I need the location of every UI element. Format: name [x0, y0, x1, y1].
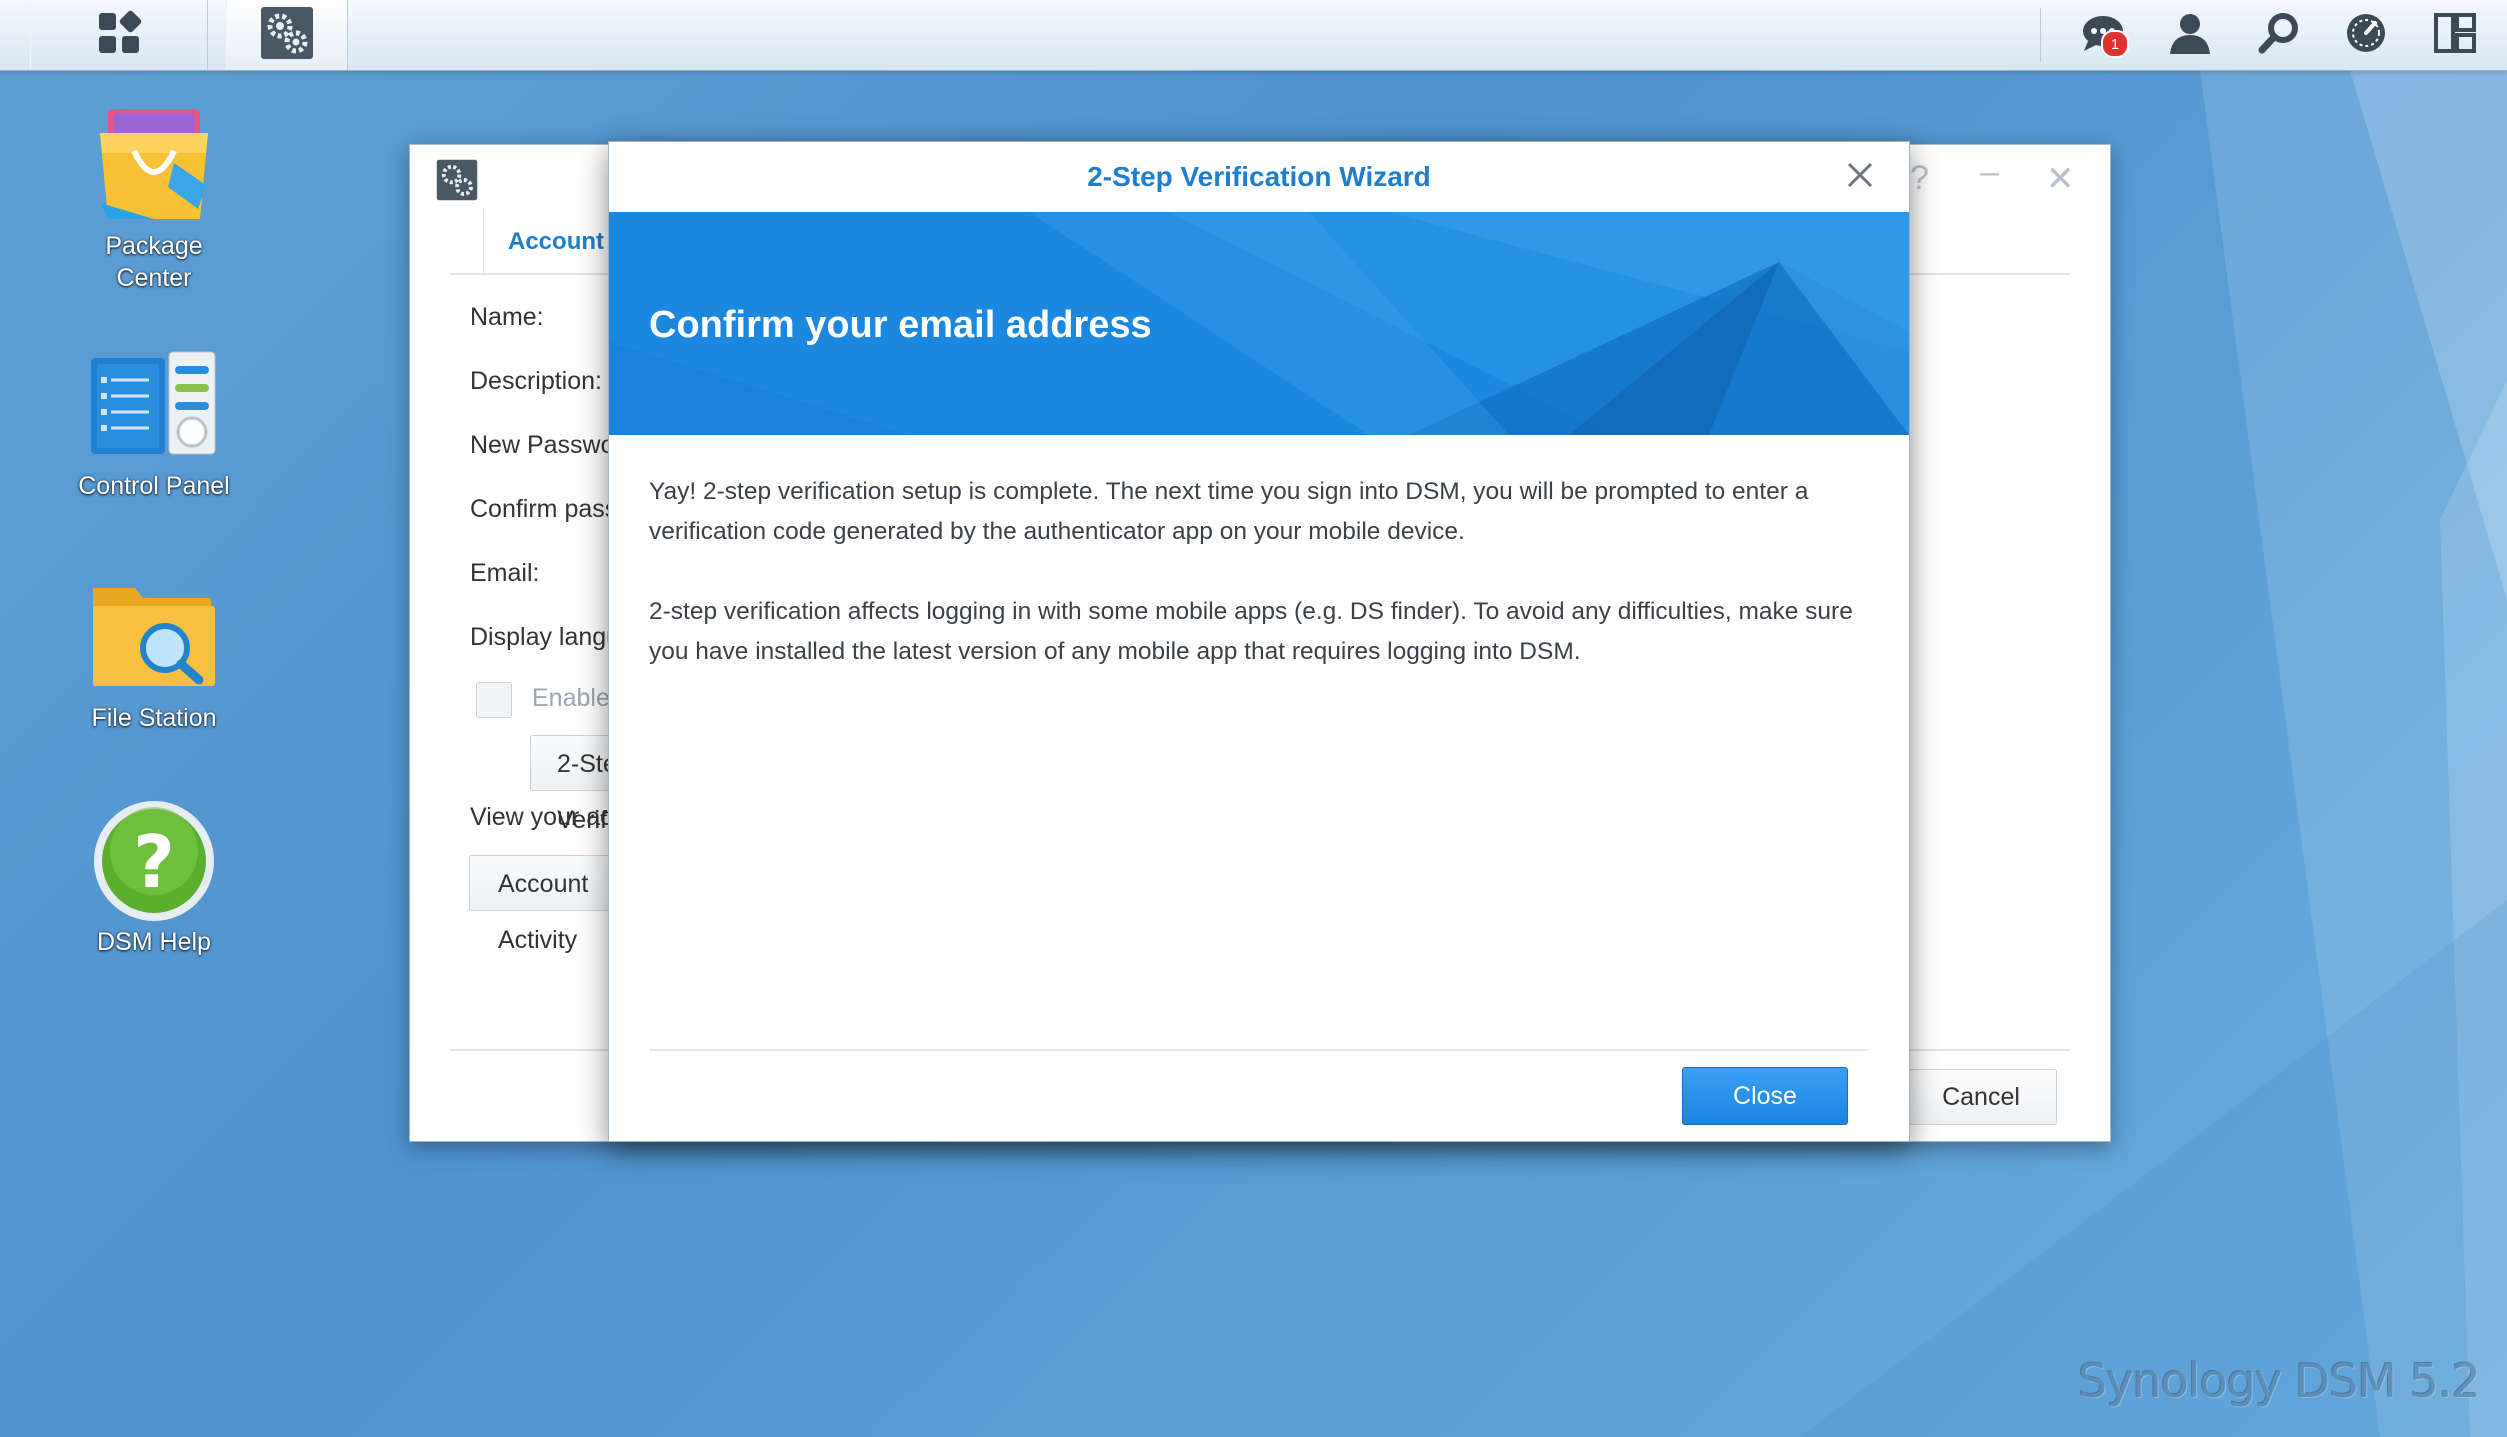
file-station-icon — [89, 572, 219, 702]
synology-brand-watermark: Synology DSM 5.2 — [2078, 1354, 2481, 1408]
window-overview-button[interactable] — [2430, 10, 2480, 60]
desktop-icon-dsm-help[interactable]: ? DSM Help — [54, 796, 254, 958]
email-label: Email: — [470, 559, 540, 587]
search-icon — [2257, 11, 2301, 60]
desktop-icon-label: Control Panel — [78, 472, 230, 500]
taskbar-control-panel-button[interactable] — [226, 0, 348, 70]
window-app-icon — [436, 159, 478, 206]
wizard-heading: Confirm your email address — [649, 304, 1152, 346]
dsm-help-icon: ? — [89, 796, 219, 926]
dialog-close-button[interactable] — [1839, 156, 1881, 198]
enable-2step-checkbox[interactable] — [476, 682, 512, 718]
name-label: Name: — [470, 303, 544, 331]
minimize-icon[interactable]: – — [1980, 153, 1999, 192]
control-panel-icon — [89, 340, 219, 470]
wizard-banner: Confirm your email address — [609, 212, 1909, 435]
desktop-icon-label: File Station — [91, 704, 217, 732]
user-icon — [2168, 11, 2212, 60]
cancel-button[interactable]: Cancel — [1905, 1069, 2057, 1125]
completion-message: Yay! 2-step verification setup is comple… — [649, 478, 1809, 545]
widgets-gauge-icon — [2344, 11, 2388, 60]
package-center-icon — [89, 100, 219, 230]
search-button[interactable] — [2254, 10, 2304, 60]
taskbar-separator — [2040, 8, 2041, 62]
desktop-icon-package-center[interactable]: Package Center — [54, 100, 254, 294]
desktop-icon-control-panel[interactable]: Control Panel — [54, 340, 254, 502]
dialog-footer-divider — [649, 1049, 1869, 1051]
control-panel-gears-icon — [260, 6, 314, 65]
close-button[interactable]: Close — [1682, 1067, 1848, 1125]
close-icon — [1846, 161, 1874, 194]
two-step-wizard-dialog: 2-Step Verification Wizard Confirm your … — [608, 141, 1910, 1142]
desktop-icon-file-station[interactable]: File Station — [54, 572, 254, 734]
tab-account[interactable]: Account — [483, 209, 628, 275]
main-menu-button[interactable] — [30, 0, 208, 70]
description-label: Description: — [470, 367, 602, 395]
desktop-icon-label: DSM Help — [97, 928, 211, 956]
user-button[interactable] — [2165, 10, 2215, 60]
main-menu-icon — [95, 9, 143, 62]
dialog-title: 2-Step Verification Wizard — [1087, 161, 1431, 192]
enable-2step-label: Enable — [532, 684, 610, 712]
taskbar: 1 — [0, 0, 2507, 71]
mobile-apps-note: 2-step verification affects logging in w… — [649, 598, 1853, 665]
notification-badge: 1 — [2101, 30, 2129, 58]
help-icon[interactable]: ? — [1910, 159, 1929, 198]
svg-text:?: ? — [133, 820, 175, 904]
window-overview-icon — [2433, 11, 2477, 60]
widgets-button[interactable] — [2341, 10, 2391, 60]
window-close-icon[interactable]: ✕ — [2046, 159, 2075, 199]
desktop-icon-label: Package Center — [105, 232, 203, 292]
